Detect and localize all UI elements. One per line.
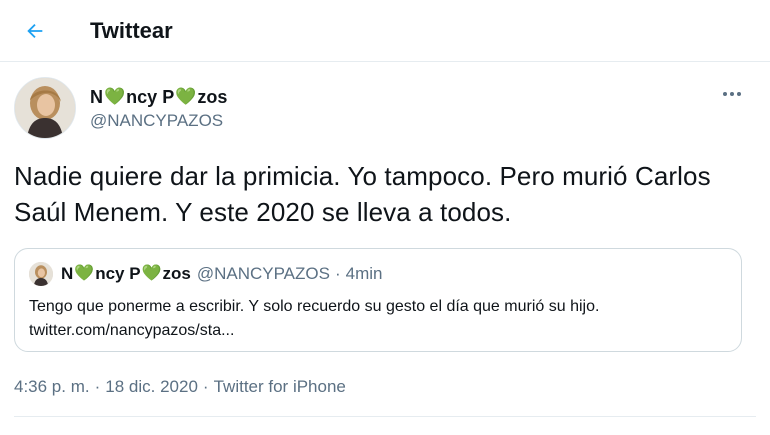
author-name[interactable]: N 💚 ncy P 💚 zos [90,86,227,108]
quoted-author-name: N 💚 ncy P 💚 zos [61,263,191,285]
green-heart-icon: 💚 [175,87,197,106]
author-avatar[interactable] [14,77,76,139]
page-title: Twittear [90,18,173,43]
tweet-source[interactable]: Twitter for iPhone [214,377,346,396]
dot-icon [737,92,741,96]
more-options-button[interactable] [718,86,746,102]
author-name-part-2: ncy P [126,87,175,107]
tweet-text: Nadie quiere dar la primicia. Yo tampoco… [14,161,711,227]
divider [14,416,756,417]
quoted-text-body: Tengo que ponerme a escribir. Y solo rec… [29,298,600,315]
quoted-link: twitter.com/nancypazos/sta... [29,322,235,339]
avatar-photo [15,78,75,138]
dot-icon [730,92,734,96]
quoted-name-part-1: N [61,264,74,283]
quoted-author-handle: @NANCYPAZOS [196,264,330,283]
back-button[interactable] [20,16,50,46]
tweet-time[interactable]: 4:36 p. m. [14,377,90,396]
tweet-meta: 4:36 p. m. · 18 dic. 2020 · Twitter for iPho… [14,376,346,398]
arrow-left-icon [27,23,43,39]
top-bar: Twittear [0,0,770,62]
separator-dot: · [94,377,101,396]
quoted-header: N 💚 ncy P 💚 zos @NANCYPAZOS · 4min [61,263,383,285]
green-heart-icon: 💚 [141,265,162,282]
quoted-name-part-3: zos [162,264,191,283]
quoted-timestamp: 4min [345,264,383,283]
green-heart-icon: 💚 [104,87,126,106]
quoted-tweet-card[interactable]: N 💚 ncy P 💚 zos @NANCYPAZOS · 4min Tengo… [14,248,742,352]
green-heart-icon: 💚 [74,265,95,282]
author-name-part-3: zos [197,87,228,107]
quoted-name-part-2: ncy P [95,264,141,283]
dot-icon [723,92,727,96]
author-name-part-1: N [90,87,103,107]
avatar-photo [29,262,53,286]
quoted-author-avatar [29,262,53,286]
author-handle[interactable]: @NANCYPAZOS [90,110,223,132]
separator-dot: · [202,377,209,396]
tweet-date[interactable]: 18 dic. 2020 [105,377,198,396]
separator-dot: · [334,264,341,283]
quoted-tweet-text: Tengo que ponerme a escribir. Y solo rec… [29,295,729,343]
